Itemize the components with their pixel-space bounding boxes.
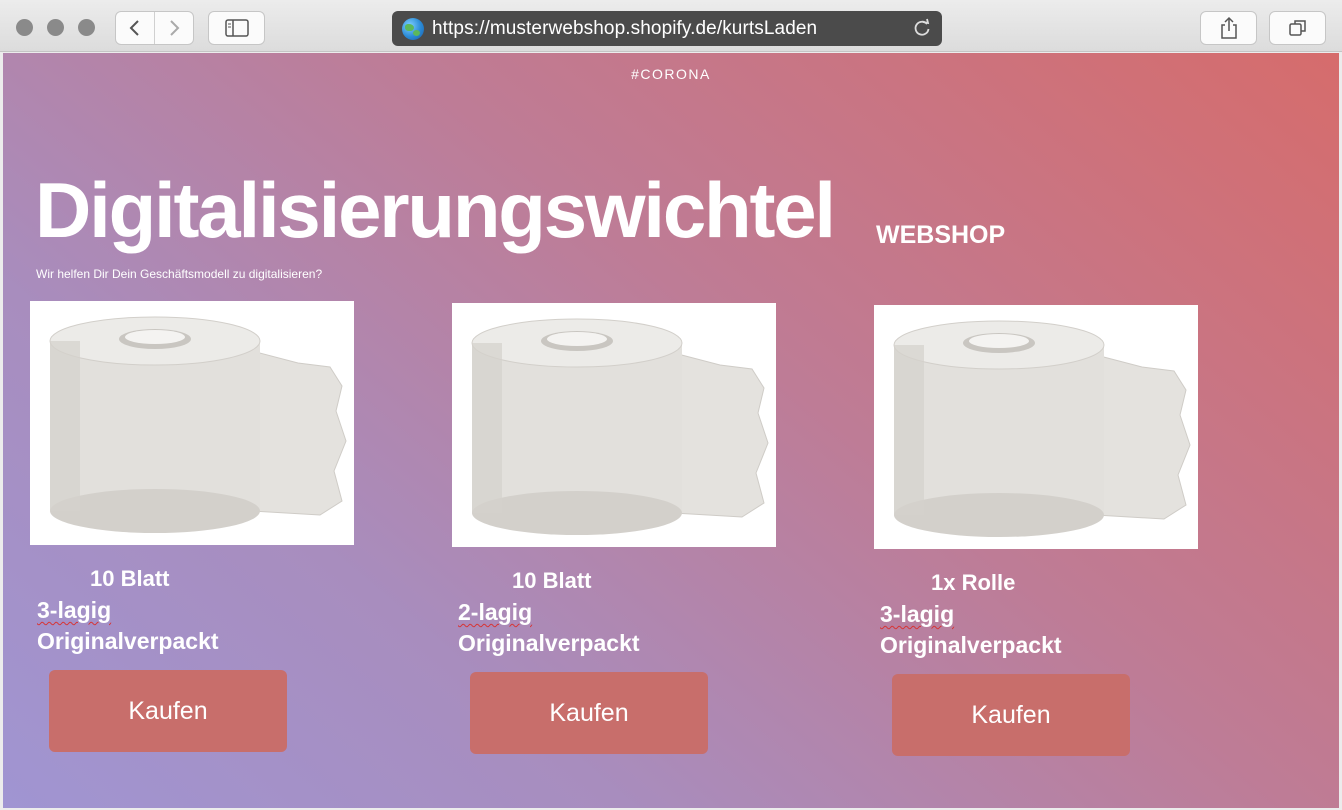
- brand-title: Digitalisierungswichtel: [35, 166, 836, 254]
- show-tabs-button[interactable]: [1269, 11, 1326, 45]
- chevron-right-icon: [170, 20, 180, 36]
- product-packaging: Originalverpackt: [458, 630, 640, 656]
- minimize-window-button[interactable]: [47, 19, 64, 36]
- toilet-roll-icon: [471, 318, 769, 535]
- buy-button[interactable]: Kaufen: [892, 674, 1130, 756]
- address-bar[interactable]: https://musterwebshop.shopify.de/kurtsLa…: [392, 11, 942, 46]
- buy-button[interactable]: Kaufen: [49, 670, 287, 752]
- hashtag-heading: #CORONA: [631, 66, 711, 82]
- product-layers: 3-lagig: [37, 597, 112, 623]
- sidebar-toggle-button[interactable]: [208, 11, 265, 45]
- brand-suffix: WEBSHOP: [876, 221, 1006, 249]
- product-image-toilet-roll[interactable]: [452, 303, 776, 547]
- forward-button[interactable]: [154, 12, 193, 44]
- tagline: Wir helfen Dir Dein Geschäftsmodell zu d…: [36, 267, 323, 281]
- product-layers: 3-lagig: [880, 601, 955, 627]
- product-title: 1x Rolle: [931, 570, 1016, 595]
- product-image-toilet-roll[interactable]: [30, 301, 354, 545]
- toilet-roll-icon: [893, 320, 1191, 537]
- sidebar-icon: [224, 19, 249, 37]
- buy-button[interactable]: Kaufen: [470, 672, 708, 754]
- share-icon: [1220, 16, 1237, 39]
- toilet-roll-icon: [49, 316, 347, 533]
- product-title: 10 Blatt: [512, 568, 592, 593]
- product-packaging: Originalverpackt: [37, 628, 219, 654]
- product-image-toilet-roll[interactable]: [874, 305, 1198, 549]
- back-button[interactable]: [116, 12, 154, 44]
- product-packaging: Originalverpackt: [880, 632, 1062, 658]
- webshop-page: #CORONA Digitalisierungswichtel WEBSHOP …: [3, 53, 1339, 808]
- browser-toolbar: https://musterwebshop.shopify.de/kurtsLa…: [0, 0, 1342, 52]
- product-layers: 2-lagig: [458, 599, 533, 625]
- zoom-window-button[interactable]: [78, 19, 95, 36]
- share-button[interactable]: [1200, 11, 1257, 45]
- globe-icon: [402, 17, 424, 40]
- chevron-left-icon: [129, 20, 139, 36]
- close-window-button[interactable]: [16, 19, 33, 36]
- tabs-icon: [1288, 20, 1306, 36]
- url-text: https://musterwebshop.shopify.de/kurtsLa…: [432, 17, 818, 39]
- reload-icon[interactable]: [912, 18, 932, 38]
- product-title: 10 Blatt: [90, 566, 170, 591]
- navigation-buttons: [115, 11, 194, 45]
